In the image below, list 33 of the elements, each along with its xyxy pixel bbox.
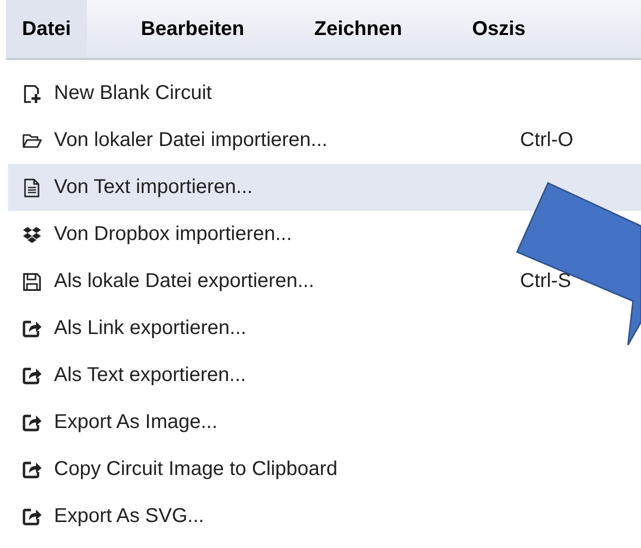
menu-item-label: Export As Image... [54, 411, 218, 434]
menu-item-label: Von Dropbox importieren... [54, 223, 292, 246]
dropbox-icon [22, 224, 42, 244]
menu-item-label: Export As SVG... [54, 505, 204, 528]
menu-item[interactable]: Als Link exportieren... [8, 305, 508, 352]
share-icon [22, 366, 42, 386]
menu-bar-item[interactable]: Zeichnen [298, 0, 418, 58]
menu-item[interactable]: Von Dropbox importieren... [8, 211, 508, 258]
menu-item[interactable]: New Blank Circuit [8, 70, 508, 117]
menu-item-label: Als lokale Datei exportieren... [54, 270, 314, 293]
menu-item[interactable]: Export As SVG... [8, 493, 508, 540]
menu-item[interactable]: Von lokaler Datei importieren... [8, 117, 508, 164]
menu-item[interactable]: Export As Image... [8, 399, 508, 446]
menu-item-label: Copy Circuit Image to Clipboard [54, 458, 338, 481]
menu-item-label: Von Text importieren... [54, 176, 253, 199]
menu-item[interactable]: Als Text exportieren... [8, 352, 508, 399]
menu-item-label: Von lokaler Datei importieren... [54, 129, 328, 152]
menu-item-label: Als Text exportieren... [54, 364, 246, 387]
menu-bar-item[interactable]: Datei [6, 0, 87, 58]
menu-bar-item[interactable]: Oszis [456, 0, 542, 58]
share-icon [22, 318, 42, 338]
menu-bar-item[interactable]: Bearbeiten [124, 0, 260, 58]
share-icon [22, 506, 42, 526]
shortcut-label: Ctrl-S [520, 270, 572, 293]
menu-item[interactable]: Copy Circuit Image to Clipboard [8, 446, 508, 493]
shortcut-label: Ctrl-O [520, 129, 574, 152]
new-file-icon [22, 84, 42, 104]
document-icon [22, 178, 42, 198]
menu-item-label: New Blank Circuit [54, 82, 212, 105]
share-icon [22, 412, 42, 432]
share-icon [22, 460, 42, 480]
menu-item[interactable]: Als lokale Datei exportieren... [8, 258, 508, 305]
menu-item-label: Als Link exportieren... [54, 317, 246, 340]
